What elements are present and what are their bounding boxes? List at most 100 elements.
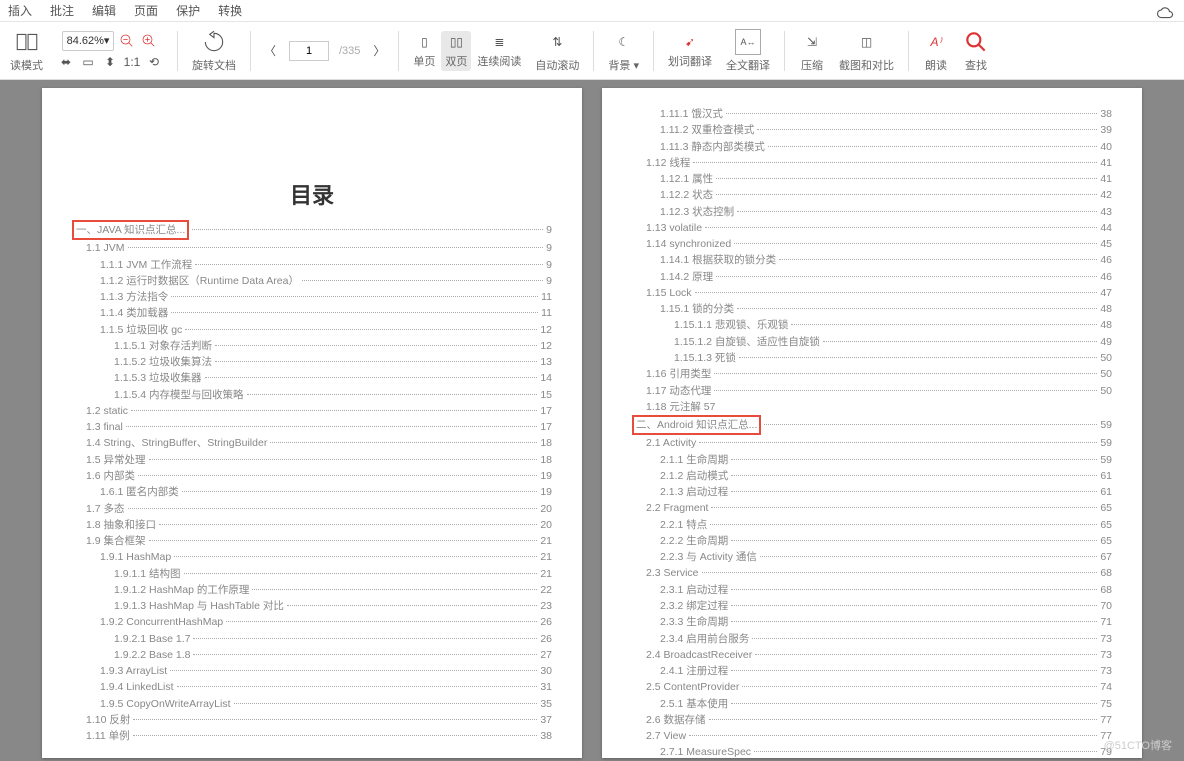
toc-entry[interactable]: 1.14.1 根据获取的锁分类46	[632, 252, 1112, 268]
menu-convert[interactable]: 转换	[218, 2, 242, 19]
toc-entry[interactable]: 1.12.3 状态控制43	[632, 204, 1112, 220]
toc-entry[interactable]: 1.15.1.2 自旋锁、适应性自旋锁49	[632, 334, 1112, 350]
toc-entry[interactable]: 1.10 反射37	[72, 712, 552, 728]
toc-entry[interactable]: 1.9.1.1 结构图21	[72, 566, 552, 582]
menu-page[interactable]: 页面	[134, 2, 158, 19]
toc-entry[interactable]: 1.4 String、StringBuffer、StringBuilder18	[72, 435, 552, 451]
toc-entry[interactable]: 1.1.1 JVM 工作流程9	[72, 257, 552, 273]
toc-entry[interactable]: 1.1.3 方法指令11	[72, 289, 552, 305]
toc-entry[interactable]: 1.9.1 HashMap21	[72, 549, 552, 565]
word-translate-icon[interactable]: ➹	[681, 33, 699, 51]
menu-edit[interactable]: 编辑	[92, 2, 116, 19]
toc-entry[interactable]: 2.5 ContentProvider74	[632, 679, 1112, 695]
toc-entry[interactable]: 1.15.1.1 悲观锁、乐观锁48	[632, 317, 1112, 333]
toc-entry[interactable]: 1.9.1.3 HashMap 与 HashTable 对比23	[72, 598, 552, 614]
toc-entry[interactable]: 2.2.1 特点65	[632, 517, 1112, 533]
toc-entry[interactable]: 1.9.3 ArrayList30	[72, 663, 552, 679]
toc-entry[interactable]: 2.7 View77	[632, 728, 1112, 744]
toc-entry[interactable]: 1.11.1 饿汉式38	[632, 106, 1112, 122]
toc-entry[interactable]: 1.12.2 状态42	[632, 187, 1112, 203]
toc-entry[interactable]: 2.1.2 启动模式61	[632, 468, 1112, 484]
toc-entry[interactable]: 1.15.1 锁的分类48	[632, 301, 1112, 317]
toc-entry[interactable]: 2.5.1 基本使用75	[632, 696, 1112, 712]
auto-scroll-icon[interactable]: ⇅	[544, 29, 570, 55]
rotate-icon[interactable]	[201, 29, 227, 55]
toc-entry[interactable]: 1.14 synchronized45	[632, 236, 1112, 252]
toc-entry[interactable]: 1.11 单例38	[72, 728, 552, 744]
menu-protect[interactable]: 保护	[176, 2, 200, 19]
toc-entry[interactable]: 2.7.1 MeasureSpec79	[632, 744, 1112, 758]
toc-entry[interactable]: 2.3.2 绑定过程70	[632, 598, 1112, 614]
double-page-button[interactable]: ▯▯双页	[441, 31, 471, 71]
toc-entry[interactable]: 2.2.2 生命周期65	[632, 533, 1112, 549]
toc-entry[interactable]: 1.18 元注解 57	[632, 399, 1112, 415]
next-page-icon[interactable]: 〉	[370, 42, 388, 60]
toc-entry[interactable]: 1.12.1 属性41	[632, 171, 1112, 187]
toc-entry[interactable]: 2.3.1 启动过程68	[632, 582, 1112, 598]
toc-entry[interactable]: 1.1 JVM9	[72, 240, 552, 256]
menu-annotate[interactable]: 批注	[50, 2, 74, 19]
toc-entry[interactable]: 2.3.3 生命周期71	[632, 614, 1112, 630]
toc-entry[interactable]: 1.2 static17	[72, 403, 552, 419]
toc-entry[interactable]: 1.15 Lock47	[632, 285, 1112, 301]
toc-entry[interactable]: 1.9.2.1 Base 1.726	[72, 631, 552, 647]
toc-entry[interactable]: 2.2.3 与 Activity 通信67	[632, 549, 1112, 565]
toc-entry[interactable]: 1.1.5 垃圾回收 gc12	[72, 322, 552, 338]
toc-entry[interactable]: 1.14.2 原理46	[632, 269, 1112, 285]
zoom-in-icon[interactable]	[140, 32, 158, 50]
toc-entry[interactable]: 2.3 Service68	[632, 565, 1112, 581]
toc-entry[interactable]: 1.1.5.2 垃圾收集算法13	[72, 354, 552, 370]
toc-entry[interactable]: 1.3 final17	[72, 419, 552, 435]
toc-entry[interactable]: 1.6.1 匿名内部类19	[72, 484, 552, 500]
toc-entry[interactable]: 1.9 集合框架21	[72, 533, 552, 549]
toc-entry[interactable]: 一、JAVA 知识点汇总...9	[72, 220, 552, 240]
toc-entry[interactable]: 1.9.4 LinkedList31	[72, 679, 552, 695]
page-input[interactable]	[289, 41, 329, 61]
toc-entry[interactable]: 2.1.1 生命周期59	[632, 452, 1112, 468]
toc-entry[interactable]: 1.8 抽象和接口20	[72, 517, 552, 533]
toc-entry[interactable]: 1.1.5.1 对象存活判断12	[72, 338, 552, 354]
background-icon[interactable]: ☾	[611, 29, 637, 55]
read-mode-icon[interactable]	[14, 29, 40, 55]
toc-entry[interactable]: 1.1.5.4 内存模型与回收策略15	[72, 387, 552, 403]
toc-entry[interactable]: 1.13 volatile44	[632, 220, 1112, 236]
reset-zoom-icon[interactable]: ⟲	[145, 53, 163, 71]
compress-icon[interactable]: ⇲	[799, 29, 825, 55]
zoom-out-icon[interactable]	[118, 32, 136, 50]
toc-entry[interactable]: 二、Android 知识点汇总...59	[632, 415, 1112, 435]
continuous-icon[interactable]: ≣	[490, 33, 508, 51]
menu-insert[interactable]: 插入	[8, 2, 32, 19]
toc-entry[interactable]: 1.12 线程41	[632, 155, 1112, 171]
toc-entry[interactable]: 1.1.4 类加载器11	[72, 305, 552, 321]
actual-size-icon[interactable]: 1:1	[123, 53, 141, 71]
toc-entry[interactable]: 1.7 多态20	[72, 501, 552, 517]
single-page-icon[interactable]: ▯	[415, 33, 433, 51]
toc-entry[interactable]: 1.9.2.2 Base 1.827	[72, 647, 552, 663]
toc-entry[interactable]: 2.4 BroadcastReceiver73	[632, 647, 1112, 663]
toc-entry[interactable]: 1.16 引用类型50	[632, 366, 1112, 382]
toc-entry[interactable]: 1.11.2 双重检查模式39	[632, 122, 1112, 138]
fit-width-icon[interactable]: ⬌	[57, 53, 75, 71]
crop-compare-icon[interactable]: ◫	[854, 29, 880, 55]
read-aloud-icon[interactable]: A⁾	[923, 29, 949, 55]
toc-entry[interactable]: 1.5 异常处理18	[72, 452, 552, 468]
toc-entry[interactable]: 1.9.2 ConcurrentHashMap26	[72, 614, 552, 630]
toc-entry[interactable]: 2.1 Activity59	[632, 435, 1112, 451]
toc-entry[interactable]: 1.1.2 运行时数据区（Runtime Data Area）9	[72, 273, 552, 289]
prev-page-icon[interactable]: 〈	[261, 42, 279, 60]
toc-entry[interactable]: 1.15.1.3 死锁50	[632, 350, 1112, 366]
toc-entry[interactable]: 1.1.5.3 垃圾收集器14	[72, 370, 552, 386]
toc-entry[interactable]: 2.6 数据存储77	[632, 712, 1112, 728]
toc-entry[interactable]: 1.11.3 静态内部类模式40	[632, 139, 1112, 155]
cloud-icon[interactable]	[1156, 4, 1174, 22]
zoom-level[interactable]: 84.62% ▾	[62, 31, 115, 51]
toc-entry[interactable]: 2.1.3 启动过程61	[632, 484, 1112, 500]
full-translate-icon[interactable]: A↔	[735, 29, 761, 55]
toc-entry[interactable]: 1.9.5 CopyOnWriteArrayList35	[72, 696, 552, 712]
fit-height-icon[interactable]: ⬍	[101, 53, 119, 71]
toc-entry[interactable]: 1.6 内部类19	[72, 468, 552, 484]
toc-entry[interactable]: 2.2 Fragment65	[632, 500, 1112, 516]
fit-page-icon[interactable]: ▭	[79, 53, 97, 71]
toc-entry[interactable]: 2.4.1 注册过程73	[632, 663, 1112, 679]
toc-entry[interactable]: 2.3.4 启用前台服务73	[632, 631, 1112, 647]
